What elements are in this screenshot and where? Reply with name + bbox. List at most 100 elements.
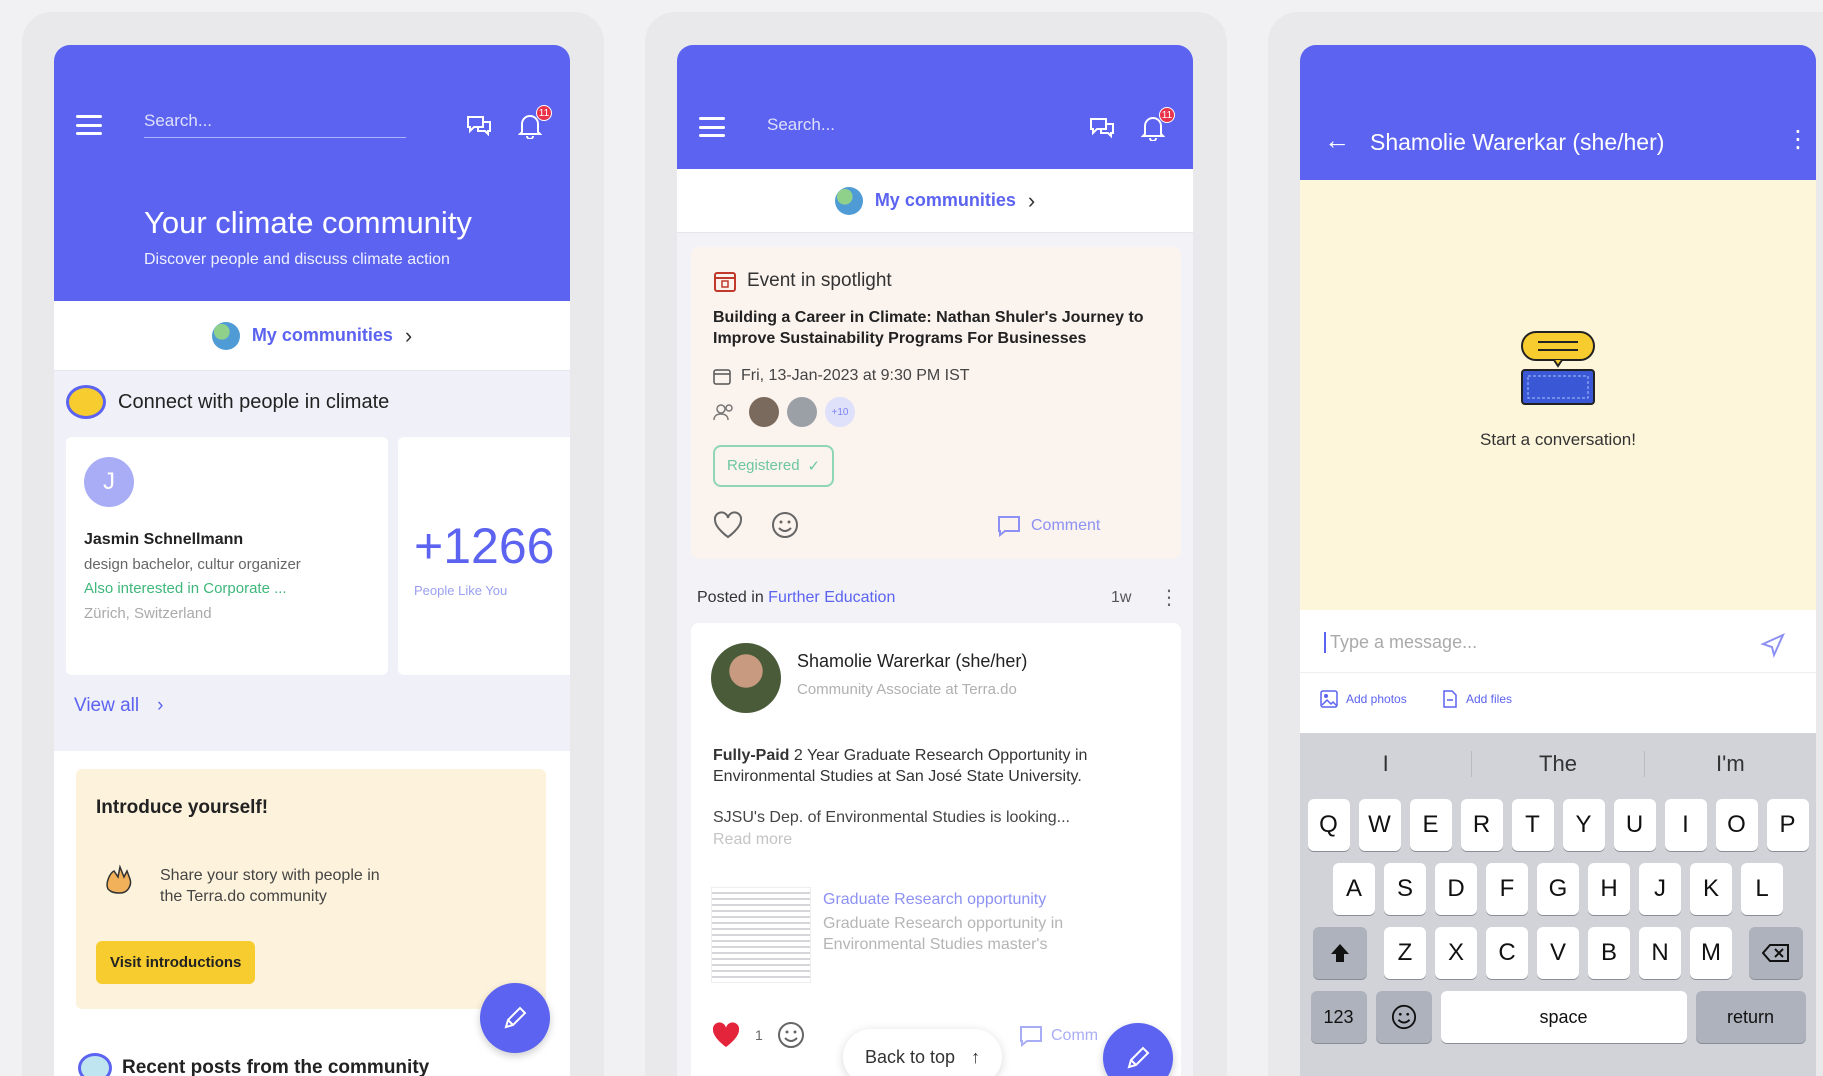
key[interactable]: V xyxy=(1537,927,1579,979)
backspace-icon xyxy=(1762,944,1789,962)
add-files-label: Add files xyxy=(1466,692,1513,706)
comment-icon xyxy=(1020,1026,1042,1047)
suggestion[interactable]: I'm xyxy=(1645,751,1816,777)
key[interactable]: P xyxy=(1766,799,1809,851)
emoji-key[interactable] xyxy=(1375,991,1432,1043)
chat-button[interactable] xyxy=(1087,113,1117,143)
notifications-button[interactable]: 11 xyxy=(1139,107,1175,143)
visit-introductions-button[interactable]: Visit introductions xyxy=(96,941,256,984)
posted-in: Posted in Further Education xyxy=(697,589,895,607)
intro-title: Introduce yourself! xyxy=(96,797,269,818)
post-reactions: 1 xyxy=(711,1021,805,1049)
key[interactable]: Z xyxy=(1384,927,1426,979)
posted-in-prefix: Posted in xyxy=(697,589,764,606)
comment-label: Comment xyxy=(1031,517,1101,534)
menu-button[interactable] xyxy=(76,115,102,135)
read-more-link[interactable]: Read more xyxy=(713,831,792,849)
person-card[interactable]: J Jasmin Schnellmann design bachelor, cu… xyxy=(66,437,388,675)
comment-button[interactable]: Comm xyxy=(1019,1025,1098,1047)
add-photos-label: Add photos xyxy=(1346,692,1407,706)
key[interactable]: H xyxy=(1588,863,1630,915)
avatar: J xyxy=(84,457,134,507)
like-count: 1 xyxy=(755,1027,763,1043)
comment-button[interactable]: Comment xyxy=(997,515,1100,537)
key[interactable]: W xyxy=(1358,799,1401,851)
heart-icon[interactable] xyxy=(713,511,743,539)
key[interactable]: Y xyxy=(1562,799,1605,851)
menu-button[interactable] xyxy=(699,117,725,137)
key[interactable]: Q xyxy=(1307,799,1350,851)
globe-icon xyxy=(834,186,863,215)
key[interactable]: D xyxy=(1435,863,1477,915)
registered-button[interactable]: Registered ✓ xyxy=(713,445,835,487)
key[interactable]: A xyxy=(1333,863,1375,915)
author-name[interactable]: Shamolie Warerkar (she/her) xyxy=(797,651,1027,672)
key[interactable]: N xyxy=(1639,927,1681,979)
key[interactable]: F xyxy=(1486,863,1528,915)
key[interactable]: O xyxy=(1715,799,1758,851)
reaction-bar xyxy=(713,511,799,539)
search-input[interactable]: Search... xyxy=(144,111,406,138)
add-photos-button[interactable]: Add photos xyxy=(1320,690,1407,708)
send-button[interactable] xyxy=(1760,632,1786,663)
spotlight-label: Event in spotlight xyxy=(747,270,892,291)
compose-button[interactable] xyxy=(480,983,550,1053)
page-title: Your climate community xyxy=(144,205,472,240)
key[interactable]: K xyxy=(1690,863,1732,915)
my-communities-link[interactable]: My communities › xyxy=(54,301,570,371)
key[interactable]: C xyxy=(1486,927,1528,979)
search-input[interactable]: Search... xyxy=(767,115,1029,141)
key[interactable]: J xyxy=(1639,863,1681,915)
event-spotlight-card[interactable]: Event in spotlight Building a Career in … xyxy=(691,247,1181,559)
notifications-button[interactable]: 11 xyxy=(516,105,552,141)
event-date: Fri, 13-Jan-2023 at 9:30 PM IST xyxy=(713,367,970,385)
heart-filled-icon[interactable] xyxy=(711,1021,741,1049)
chat-header: ← Shamolie Warerkar (she/her) ⋮ xyxy=(1300,45,1816,180)
back-arrow-icon[interactable]: ← xyxy=(1324,125,1350,156)
key[interactable]: R xyxy=(1460,799,1503,851)
more-options-icon[interactable]: ⋮ xyxy=(1786,125,1810,154)
calendar-icon xyxy=(713,369,731,385)
more-options-icon[interactable]: ⋮ xyxy=(1159,585,1179,610)
shift-key[interactable] xyxy=(1313,927,1367,979)
message-input[interactable]: Type a message... xyxy=(1324,632,1477,653)
back-to-top-button[interactable]: Back to top ↑ xyxy=(843,1029,1003,1076)
intro-card: Introduce yourself! Share your story wit… xyxy=(76,769,546,1009)
hamburger-icon xyxy=(699,117,725,137)
group-link[interactable]: Further Education xyxy=(768,589,895,606)
numbers-key[interactable]: 123 xyxy=(1310,991,1367,1043)
person-role: design bachelor, cultur organizer xyxy=(84,556,301,573)
link-preview-title[interactable]: Graduate Research opportunity xyxy=(823,891,1046,909)
chat-bubble-icon xyxy=(78,1053,112,1076)
my-communities-link[interactable]: My communities › xyxy=(677,169,1193,233)
view-all-link[interactable]: View all › xyxy=(74,695,163,717)
link-preview-thumbnail[interactable] xyxy=(711,887,811,983)
key[interactable]: I xyxy=(1664,799,1707,851)
emoji-icon[interactable] xyxy=(777,1021,805,1049)
suggestion[interactable]: I xyxy=(1300,751,1473,777)
key[interactable]: T xyxy=(1511,799,1554,851)
key[interactable]: G xyxy=(1537,863,1579,915)
backspace-key[interactable] xyxy=(1749,927,1803,979)
key[interactable]: B xyxy=(1588,927,1630,979)
key[interactable]: E xyxy=(1409,799,1452,851)
space-key[interactable]: space xyxy=(1440,991,1687,1043)
people-like-you-card[interactable]: +1266 People Like You xyxy=(398,437,570,675)
key[interactable]: U xyxy=(1613,799,1656,851)
check-icon: ✓ xyxy=(807,458,821,475)
keyboard-suggestions: I The I'm xyxy=(1300,733,1816,795)
app-showcase: Search... 11 Your climate community Disc… xyxy=(0,0,1823,1076)
chat-button[interactable] xyxy=(464,111,494,141)
post-card[interactable]: Shamolie Warerkar (she/her) Community As… xyxy=(691,623,1181,1076)
return-key[interactable]: return xyxy=(1695,991,1806,1043)
notification-badge: 11 xyxy=(1159,107,1175,123)
key[interactable]: X xyxy=(1435,927,1477,979)
key[interactable]: M xyxy=(1690,927,1732,979)
key[interactable]: S xyxy=(1384,863,1426,915)
emoji-icon[interactable] xyxy=(771,511,799,539)
event-title[interactable]: Building a Career in Climate: Nathan Shu… xyxy=(713,307,1163,349)
suggestion[interactable]: The xyxy=(1472,751,1645,777)
author-avatar[interactable] xyxy=(711,643,781,713)
add-files-button[interactable]: Add files xyxy=(1442,690,1512,708)
key[interactable]: L xyxy=(1741,863,1783,915)
